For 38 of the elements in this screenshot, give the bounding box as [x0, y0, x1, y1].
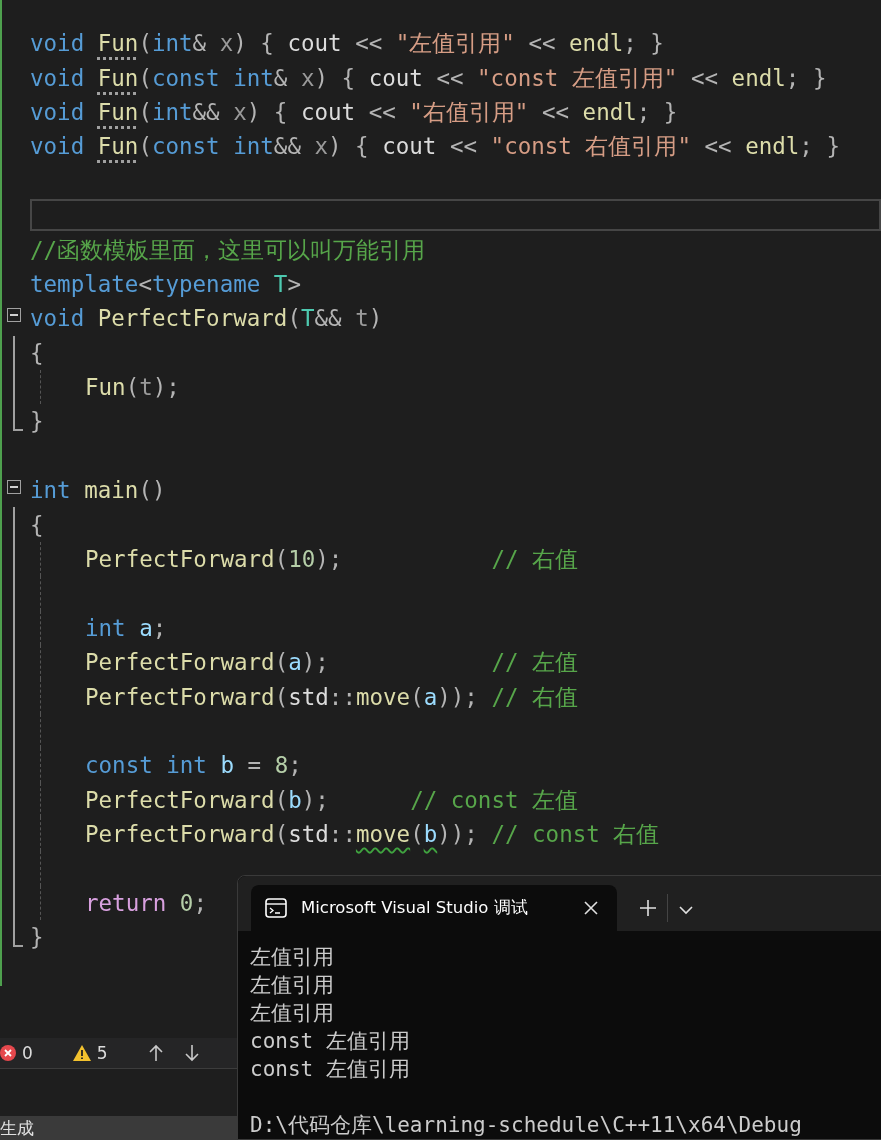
warning-count: 5 [96, 1043, 108, 1063]
up-arrow-icon[interactable] [147, 1044, 164, 1062]
code-line: template<typename T> [30, 269, 301, 299]
code-line: void PerfectForward(T&& t) [30, 304, 383, 334]
code-line: Fun(t); [84, 373, 180, 403]
code-line: PerfectForward(std::move(a)); // 右值 [84, 682, 579, 712]
code-line: //函数模板里面，这里可以叫万能引用 [30, 235, 426, 265]
status-text: 生成 [0, 1117, 34, 1140]
code-line: PerfectForward(b); // const 左值 [84, 785, 579, 815]
console-output-line: 左值引用 [250, 1000, 335, 1027]
collapse-icon[interactable] [7, 308, 21, 323]
console-output-line: 左值引用 [250, 944, 335, 971]
terminal-icon [265, 898, 287, 918]
code-line: PerfectForward(10); // 右值 [84, 545, 579, 575]
code-line: PerfectForward(std::move(b)); // const 右值 [84, 820, 660, 850]
code-line: void Fun(int&& x) { cout << "右值引用" << endl; } [30, 97, 678, 127]
console-path-line: D:\代码仓库\learning-schedule\C++11\x64\Debug [250, 1112, 803, 1139]
code-line: void Fun(const int& x) { cout << "const 左值引用" << endl; } [30, 63, 827, 93]
code-line: void Fun(const int&& x) { cout << "const 右值引用" << endl; } [30, 132, 840, 162]
code-line: { [30, 338, 44, 368]
code-line: int main() [30, 476, 166, 506]
down-arrow-icon[interactable] [183, 1044, 200, 1062]
collapse-icon[interactable] [7, 480, 21, 495]
error-icon [0, 1045, 16, 1061]
code-line: { [30, 510, 44, 540]
console-output-line: const 左值引用 [250, 1028, 411, 1055]
code-line: } [30, 923, 44, 953]
code-line: return 0; [84, 888, 207, 918]
terminal-tab[interactable]: Microsoft Visual Studio 调试 [251, 885, 617, 931]
code-line: } [30, 407, 44, 437]
error-count: 0 [22, 1043, 33, 1063]
console-output-line: 左值引用 [250, 972, 335, 999]
warning-icon [72, 1045, 91, 1061]
code-line: const int b = 8; [84, 751, 302, 781]
code-line: PerfectForward(a); // 左值 [84, 648, 579, 678]
code-line: int a; [84, 613, 167, 643]
console-output-line: const 左值引用 [250, 1056, 411, 1083]
code-line: void Fun(int& x) { cout << "左值引用" << endl; } [30, 29, 664, 59]
